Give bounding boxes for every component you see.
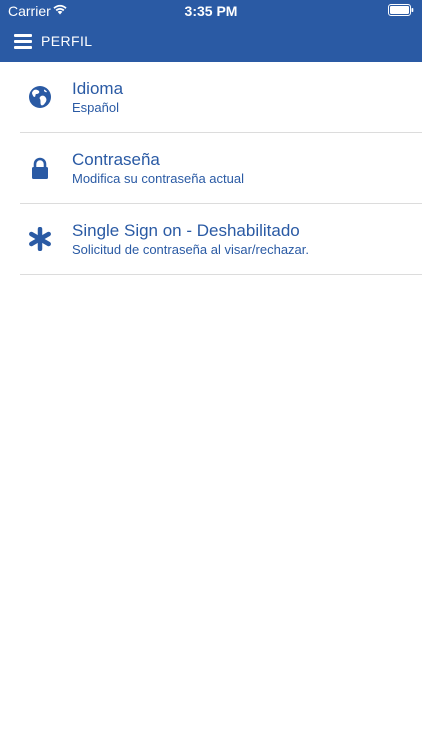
status-time: 3:35 PM bbox=[184, 3, 238, 19]
status-bar: Carrier 3:35 PM bbox=[0, 0, 422, 22]
lock-icon bbox=[32, 157, 48, 179]
item-title: Idioma bbox=[72, 79, 124, 98]
asterisk-icon bbox=[29, 227, 51, 251]
page-title: PERFIL bbox=[41, 33, 93, 49]
settings-list: Idioma Español Contraseña Modifica su co… bbox=[0, 62, 422, 275]
hamburger-menu-icon[interactable] bbox=[12, 30, 34, 52]
list-item-contrasena[interactable]: Contraseña Modifica su contraseña actual bbox=[0, 133, 422, 204]
navigation-bar: PERFIL bbox=[0, 22, 422, 62]
list-item-single-sign-on[interactable]: Single Sign on - Deshabilitado Solicitud… bbox=[0, 204, 422, 275]
item-subtitle: Español bbox=[72, 100, 119, 115]
app-header: Carrier 3:35 PM PERFIL bbox=[0, 0, 422, 62]
item-subtitle: Solicitud de contraseña al visar/rechaza… bbox=[72, 242, 310, 257]
globe-icon bbox=[29, 86, 51, 108]
battery-icon bbox=[388, 4, 414, 16]
list-item-idioma[interactable]: Idioma Español bbox=[0, 62, 422, 133]
item-title: Single Sign on - Deshabilitado bbox=[72, 221, 300, 240]
item-subtitle: Modifica su contraseña actual bbox=[72, 171, 244, 186]
item-title: Contraseña bbox=[72, 150, 160, 169]
